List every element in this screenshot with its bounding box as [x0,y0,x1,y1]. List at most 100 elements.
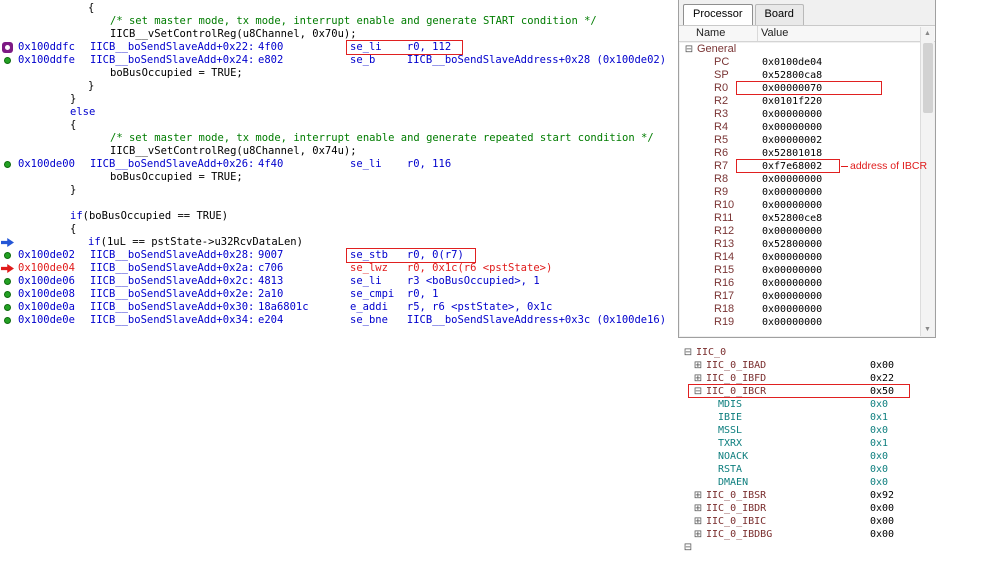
scrollbar-thumb[interactable] [923,43,933,113]
code-line[interactable]: } [0,80,676,93]
current-line-arrow-icon[interactable] [1,238,14,247]
peripheral-row[interactable]: IIC_0_IBIC 0x00 [678,515,998,528]
register-row[interactable]: R14 0x00000000 [680,251,920,264]
expand-icon[interactable] [693,373,703,384]
code-line[interactable]: { [0,223,676,236]
code-line[interactable]: { [0,2,676,15]
code-line[interactable]: boBusOccupied = TRUE; [0,171,676,184]
collapse-icon[interactable] [683,347,693,358]
register-row[interactable]: R13 0x52800000 [680,238,920,251]
peripheral-row[interactable]: IIC_0_IBAD 0x00 [678,359,998,372]
register-row[interactable]: R10 0x00000000 [680,199,920,212]
register-row[interactable]: R3 0x00000000 [680,108,920,121]
peripheral-row[interactable]: IIC_0 [678,346,998,359]
instruction-dot-icon[interactable] [4,317,11,324]
instruction-dot-icon[interactable] [4,252,11,259]
disassembly-pane[interactable]: {/* set master mode, tx mode, interrupt … [0,2,676,342]
instruction-dot-icon[interactable] [4,304,11,311]
code-line[interactable]: if(boBusOccupied == TRUE) [0,210,676,223]
expand-icon[interactable] [693,503,703,514]
scroll-down-icon[interactable]: ▼ [921,323,934,336]
tab-board[interactable]: Board [754,4,804,25]
peripheral-row[interactable] [678,541,998,554]
instruction-dot-icon[interactable] [4,57,11,64]
collapse-icon[interactable] [683,542,693,553]
code-line[interactable]: 0x100de06 IICB__boSendSlaveAdd+0x2c: 4813 s… [0,275,676,288]
register-row[interactable]: R5 0x00000002 [680,134,920,147]
code-line[interactable]: 0x100de0e IICB__boSendSlaveAdd+0x34: e204 s… [0,314,676,327]
register-row[interactable]: R0 0x00000070 [680,81,920,95]
register-row[interactable]: R4 0x00000000 [680,121,920,134]
code-line[interactable] [0,197,676,210]
register-row[interactable]: R19 0x00000000 [680,316,920,329]
peripheral-row[interactable]: IBIE 0x1 [678,411,998,424]
registers-scrollbar[interactable]: ▲ ▼ [920,27,934,336]
register-row[interactable]: R18 0x00000000 [680,303,920,316]
instruction-dot-icon[interactable] [4,278,11,285]
source-text: } [18,93,76,106]
expand-icon[interactable] [693,529,703,540]
instruction-dot-icon[interactable] [4,161,11,168]
code-line[interactable]: /* set master mode, tx mode, interrupt e… [0,15,676,28]
register-row[interactable]: R11 0x52800ce8 [680,212,920,225]
code-line[interactable]: 0x100de04 IICB__boSendSlaveAdd+0x2a: c706 s… [0,262,676,275]
code-line[interactable]: 0x100de08 IICB__boSendSlaveAdd+0x2e: 2a10 s… [0,288,676,301]
register-row[interactable]: R12 0x00000000 [680,225,920,238]
code-line[interactable]: boBusOccupied = TRUE; [0,67,676,80]
code-line[interactable]: } [0,184,676,197]
register-row[interactable]: R17 0x00000000 [680,290,920,303]
register-row[interactable]: General [680,43,920,56]
collapse-icon[interactable] [693,386,703,397]
peripheral-row[interactable]: DMAEN 0x0 [678,476,998,489]
code-line[interactable]: 0x100ddfc IICB__boSendSlaveAdd+0x22: 4f00 s… [0,40,676,55]
expand-icon[interactable] [693,360,703,371]
register-row[interactable]: R16 0x00000000 [680,277,920,290]
column-header-name[interactable]: Name [679,26,758,41]
peripheral-row[interactable]: IIC_0_IBDR 0x00 [678,502,998,515]
peripheral-row[interactable]: TXRX 0x1 [678,437,998,450]
code-line[interactable]: /* set master mode, tx mode, interrupt e… [0,132,676,145]
register-row[interactable]: PC 0x0100de04 [680,56,920,69]
peripheral-row[interactable]: IIC_0_IBSR 0x92 [678,489,998,502]
code-line[interactable]: IICB__vSetControlReg(u8Channel, 0x74u); [0,145,676,158]
instruction-dot-icon[interactable] [4,291,11,298]
gutter [0,210,18,223]
column-header-value[interactable]: Value [758,26,935,41]
peripheral-register-value: 0x22 [870,373,895,384]
breakpoint-icon[interactable] [2,42,13,53]
peripheral-row[interactable]: MDIS 0x0 [678,398,998,411]
register-row[interactable]: R8 0x00000000 [680,173,920,186]
peripheral-register-value: 0x0 [870,451,889,462]
peripheral-row[interactable]: IIC_0_IBCR 0x50 [678,384,998,398]
code-line[interactable]: 0x100ddfe IICB__boSendSlaveAdd+0x24: e802 s… [0,54,676,67]
scroll-up-icon[interactable]: ▲ [921,27,934,40]
code-line[interactable]: IICB__vSetControlReg(u8Channel, 0x70u); [0,28,676,41]
peripheral-row[interactable]: MSSL 0x0 [678,424,998,437]
expand-icon[interactable] [693,516,703,527]
code-line[interactable]: if(1uL == pstState->u32RcvDataLen) [0,236,676,249]
peripheral-row[interactable]: NOACK 0x0 [678,450,998,463]
code-line[interactable]: } [0,93,676,106]
code-line[interactable]: else [0,106,676,119]
source-segment: else [70,106,96,118]
peripheral-row[interactable]: IIC_0_IBFD 0x22 [678,372,998,385]
code-line[interactable]: { [0,119,676,132]
code-line[interactable]: 0x100de02 IICB__boSendSlaveAdd+0x28: 9007 s… [0,248,676,263]
tab-processor[interactable]: Processor [683,4,753,25]
peripheral-row[interactable]: RSTA 0x0 [678,463,998,476]
register-row[interactable]: R2 0x0101f220 [680,95,920,108]
register-row[interactable]: R15 0x00000000 [680,264,920,277]
asm-instruction: e_addi r5, r6 <pstState>, 0x1c [350,301,553,313]
register-row[interactable]: R9 0x00000000 [680,186,920,199]
code-line[interactable]: 0x100de00 IICB__boSendSlaveAdd+0x26: 4f40 s… [0,158,676,171]
code-line[interactable]: 0x100de0a IICB__boSendSlaveAdd+0x30: 18a68… [0,301,676,314]
register-name: R0 [714,82,729,94]
expand-icon[interactable] [693,490,703,501]
register-row[interactable]: R7 0xf7e68002 address of IBCR [680,159,927,173]
peripheral-row[interactable]: IIC_0_IBDBG 0x00 [678,528,998,541]
pc-arrow-icon[interactable] [1,264,14,273]
register-row[interactable]: SP 0x52800ca8 [680,69,920,82]
collapse-icon[interactable] [684,44,694,55]
asm-opcode: 4813 [258,275,284,287]
register-row[interactable]: R6 0x52801018 [680,147,920,160]
